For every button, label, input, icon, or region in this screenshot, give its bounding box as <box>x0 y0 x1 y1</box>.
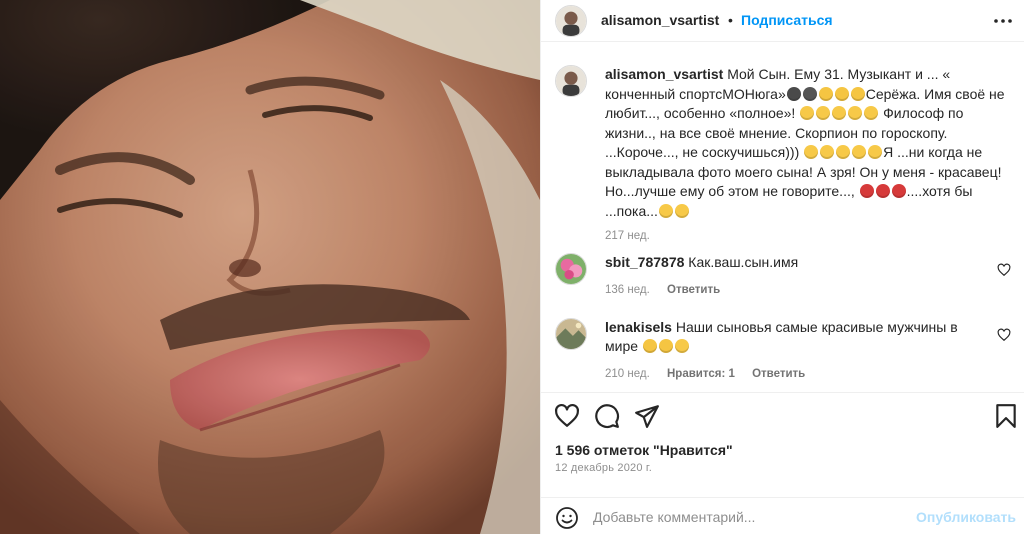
emoji-picker-icon[interactable] <box>555 506 579 530</box>
comment-meta: 210 нед. Нравится: 1 Ответить <box>605 365 990 384</box>
author-avatar[interactable] <box>555 5 587 37</box>
comment-time: 210 нед. <box>605 368 650 380</box>
comment-likes-count[interactable]: Нравится: 1 <box>667 368 735 380</box>
comment-emojis <box>642 338 690 354</box>
reply-button[interactable]: Ответить <box>752 368 805 380</box>
likes-count[interactable]: 1 596 отметок "Нравится" <box>555 442 733 458</box>
rofl-emoji <box>864 106 879 120</box>
boxing-glove-emoji <box>859 184 874 198</box>
flowers-avatar-image <box>556 254 586 284</box>
rofl-emoji <box>800 106 815 120</box>
flexed-biceps-emoji <box>834 86 849 101</box>
rofl-emoji <box>816 106 831 120</box>
thumbs-up-emoji <box>642 339 657 353</box>
post-actions-bar <box>541 392 1024 436</box>
follow-button[interactable]: Подписаться <box>741 12 833 28</box>
thumbs-up-emoji <box>658 339 673 353</box>
flexed-biceps-emoji <box>818 86 833 101</box>
comment-username[interactable]: lenakisels <box>605 319 672 335</box>
rofl-emoji <box>848 106 863 120</box>
boxing-glove-emoji <box>891 184 906 198</box>
more-horizontal-icon[interactable] <box>991 12 1015 30</box>
comment-meta: 136 нед. Ответить <box>605 281 990 300</box>
send-icon[interactable] <box>634 403 660 429</box>
separator-dot: • <box>728 12 733 28</box>
comment-icon[interactable] <box>594 403 620 429</box>
author-username[interactable]: alisamon_vsartist <box>601 12 719 28</box>
comment-avatar-landscape[interactable] <box>555 318 587 350</box>
reply-button[interactable]: Ответить <box>667 284 720 296</box>
rofl-emoji <box>836 145 851 159</box>
comment-username[interactable]: sbit_787878 <box>605 254 684 270</box>
comment-body: Как.ваш.сын.имя <box>688 254 799 270</box>
comment-text-block: lenakisels Наши сыновья самые красивые м… <box>605 318 990 384</box>
caption-meta: 217 нед. <box>605 227 1005 247</box>
author-avatar-image <box>556 6 586 36</box>
comment-text-block: sbit_787878 Как.ваш.сын.имя 136 нед. Отв… <box>605 253 990 300</box>
rofl-emoji <box>820 145 835 159</box>
caption-avatar-image <box>556 66 586 96</box>
post-photo[interactable] <box>0 0 540 534</box>
caption-author-avatar[interactable] <box>555 65 587 97</box>
comment-like-heart-icon[interactable] <box>997 263 1011 277</box>
rofl-emoji <box>804 145 819 159</box>
publish-button[interactable]: Опубликовать <box>916 509 1016 525</box>
rofl-emoji <box>868 145 883 159</box>
hugging-emoji <box>674 339 689 353</box>
headphones-emoji <box>786 86 801 101</box>
bookmark-icon[interactable] <box>993 403 1019 429</box>
boxing-glove-emoji <box>875 184 890 198</box>
post-date: 12 декабрь 2020 г. <box>555 462 653 474</box>
smile-emoji <box>674 203 689 218</box>
heart-icon[interactable] <box>554 403 580 429</box>
caption-time: 217 нед. <box>605 230 650 242</box>
post-details-panel: alisamon_vsartist • Подписаться alisamon… <box>540 0 1024 534</box>
comment-composer: Опубликовать <box>541 497 1024 534</box>
comment-time: 136 нед. <box>605 284 650 296</box>
post-photo-image <box>0 0 540 534</box>
landscape-avatar-image <box>556 319 586 349</box>
post-header: alisamon_vsartist • Подписаться <box>541 0 1024 42</box>
blush-emoji <box>658 203 673 218</box>
microphone-emoji <box>802 86 817 101</box>
flexed-biceps-emoji <box>850 86 865 101</box>
caption-username[interactable]: alisamon_vsartist <box>605 66 723 82</box>
comment-like-heart-icon[interactable] <box>997 328 1011 342</box>
caption-body: Мой Сын. Ему 31. Музыкант и ... « кончен… <box>605 66 1005 219</box>
comment-avatar-flowers[interactable] <box>555 253 587 285</box>
comment-input[interactable] <box>593 505 913 529</box>
rofl-emoji <box>852 145 867 159</box>
caption-text: alisamon_vsartist Мой Сын. Ему 31. Музык… <box>605 65 1005 247</box>
rofl-emoji <box>832 106 847 120</box>
